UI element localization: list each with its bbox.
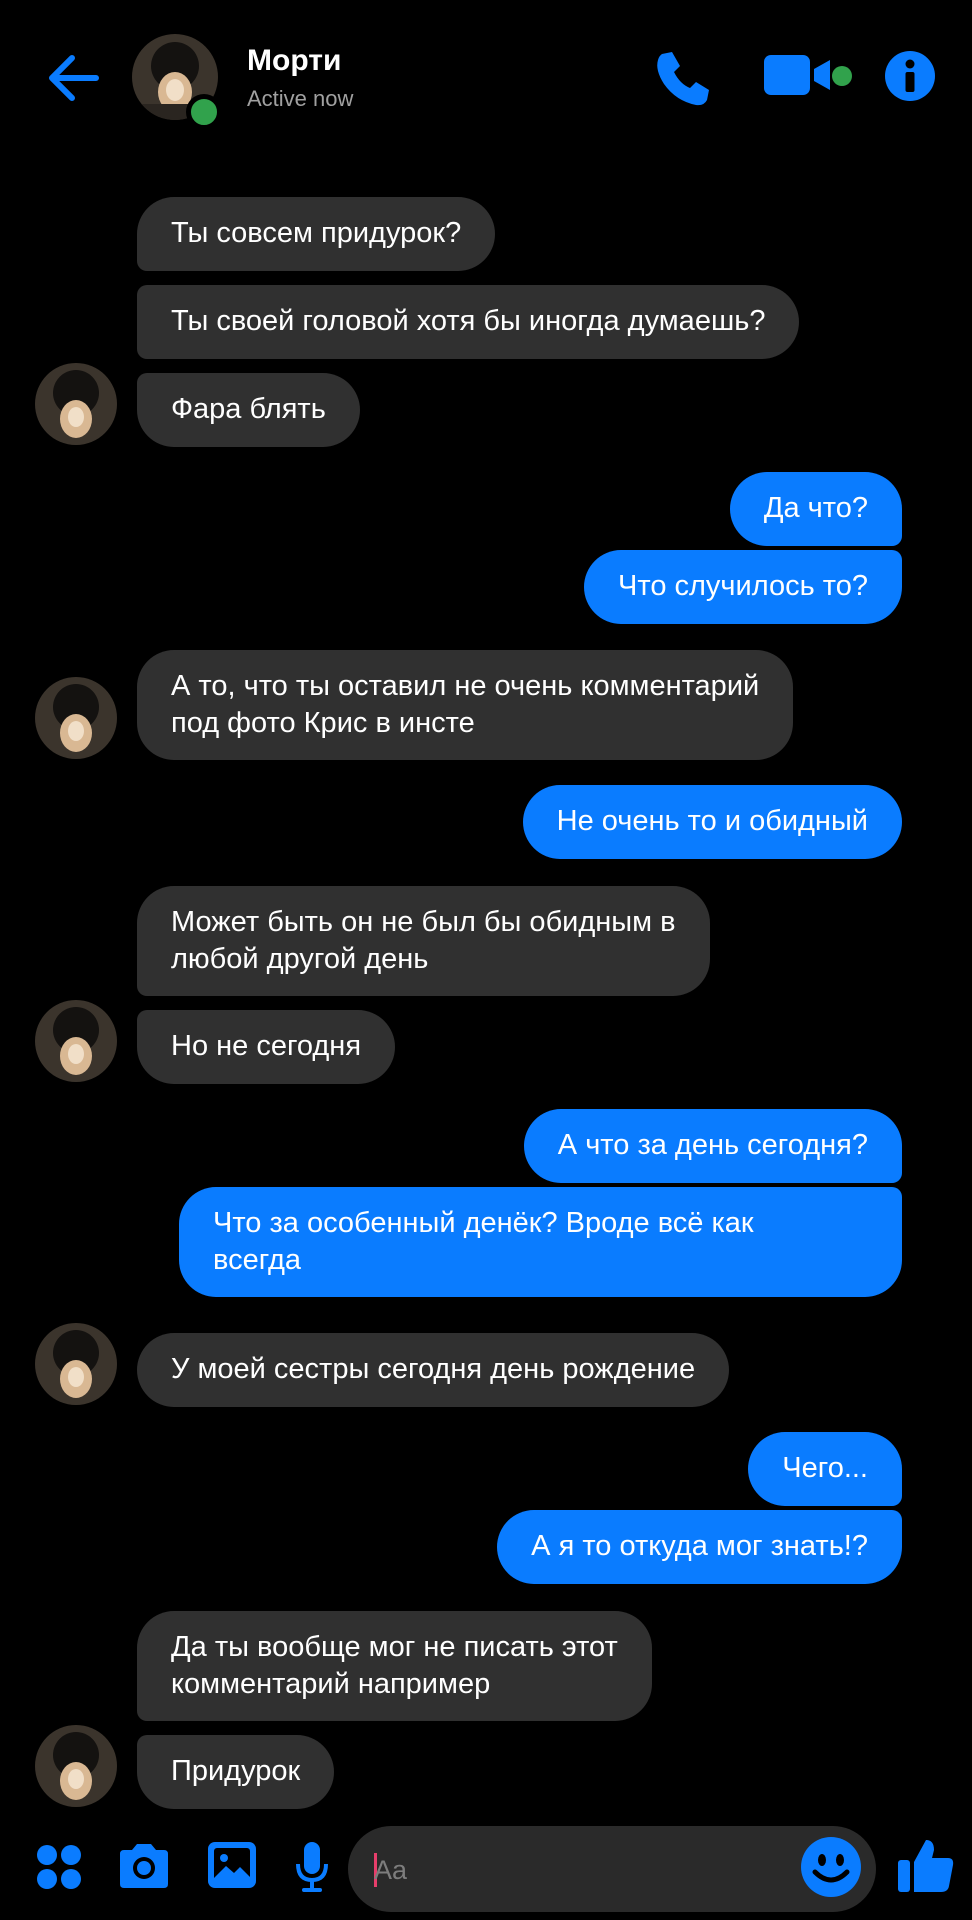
thumbs-up-icon[interactable] <box>896 1836 956 1896</box>
phone-icon[interactable] <box>652 48 712 108</box>
message-outgoing[interactable]: Да что? <box>729 472 902 546</box>
back-arrow-icon[interactable] <box>44 50 104 106</box>
contact-status: Active now <box>247 86 354 111</box>
message-outgoing[interactable]: Не очень то и обидный <box>522 785 902 859</box>
message-incoming[interactable]: Ты совсем придурок? <box>137 197 496 271</box>
camera-icon[interactable] <box>116 1842 172 1890</box>
info-icon[interactable] <box>884 50 936 102</box>
message-incoming[interactable]: Может быть он не был бы обидным в любой … <box>137 886 710 996</box>
video-active-dot <box>832 66 852 86</box>
message-incoming[interactable]: Фара блять <box>137 373 360 447</box>
composer-bar: Aa <box>0 1810 972 1920</box>
sender-avatar[interactable] <box>35 363 117 445</box>
chat-screen: Морти Active now Ты совсем придурок? Ты … <box>0 0 972 1920</box>
message-outgoing[interactable]: А я то откуда мог знать!? <box>497 1510 902 1584</box>
emoji-icon[interactable] <box>800 1836 862 1898</box>
sender-avatar[interactable] <box>35 1323 117 1405</box>
message-input-placeholder: Aa <box>374 1855 408 1885</box>
contact-name[interactable]: Морти <box>247 44 341 78</box>
online-indicator <box>186 94 222 130</box>
message-incoming[interactable]: Да ты вообще мог не писать этот коммента… <box>137 1611 652 1721</box>
message-outgoing[interactable]: Что случилось то? <box>584 550 902 624</box>
message-incoming[interactable]: Но не сегодня <box>137 1010 396 1084</box>
sender-avatar[interactable] <box>35 677 117 759</box>
video-camera-icon[interactable] <box>762 52 834 98</box>
chat-header: Морти Active now <box>0 0 972 150</box>
message-outgoing[interactable]: Что за особенный денёк? Вроде всё как вс… <box>179 1187 902 1297</box>
message-input[interactable]: Aa <box>348 1826 876 1912</box>
message-incoming[interactable]: У моей сестры сегодня день рождение <box>137 1333 730 1407</box>
microphone-icon[interactable] <box>294 1840 330 1894</box>
message-incoming[interactable]: Придурок <box>137 1735 335 1809</box>
message-incoming[interactable]: А то, что ты оставил не очень комментари… <box>137 650 794 760</box>
message-outgoing[interactable]: Чего... <box>748 1432 902 1506</box>
message-incoming[interactable]: Ты своей головой хотя бы иногда думаешь? <box>137 285 800 359</box>
sender-avatar[interactable] <box>35 1000 117 1082</box>
gallery-icon[interactable] <box>206 1840 258 1890</box>
apps-grid-icon[interactable] <box>36 1844 82 1890</box>
sender-avatar[interactable] <box>35 1725 117 1807</box>
message-outgoing[interactable]: А что за день сегодня? <box>523 1109 902 1183</box>
